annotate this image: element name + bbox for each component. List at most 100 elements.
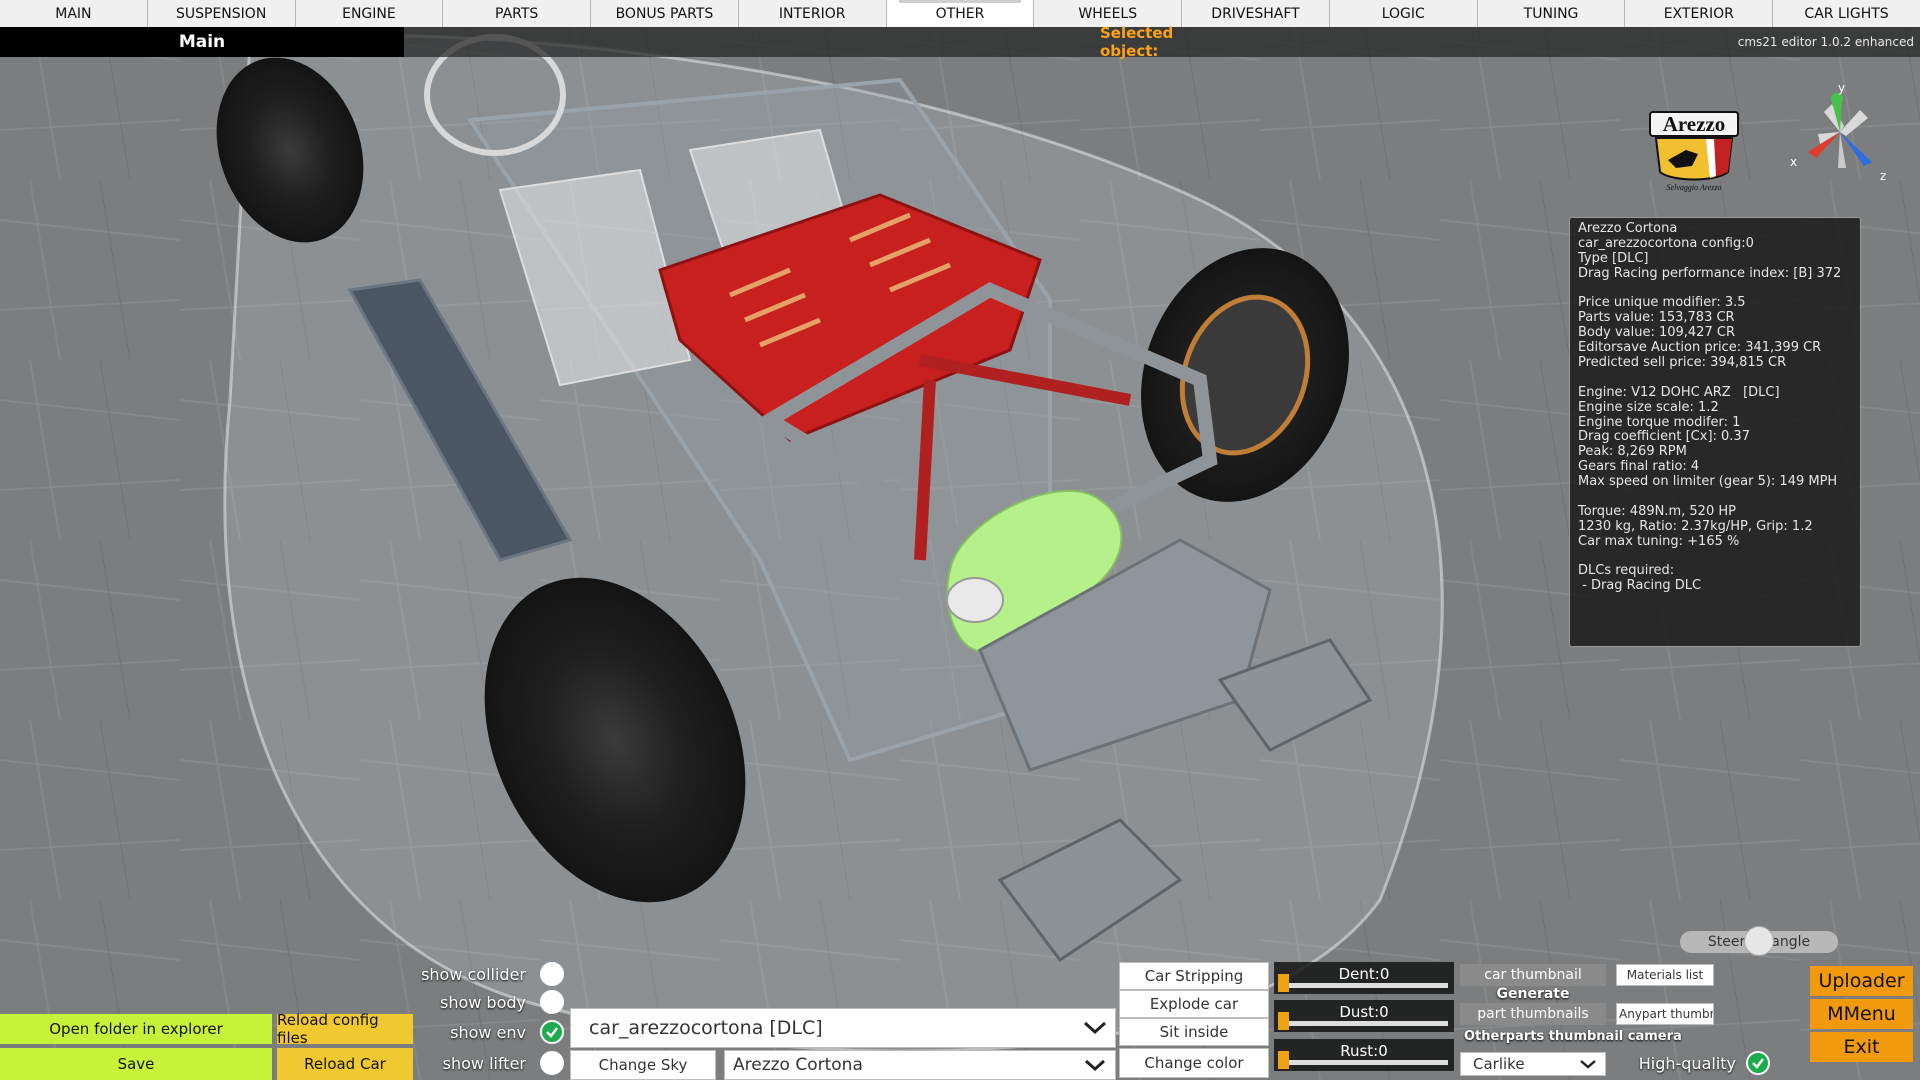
axis-gizmo-icon[interactable]: y x z xyxy=(1780,82,1900,192)
info-line xyxy=(1578,490,1852,505)
tab-suspension[interactable]: SUSPENSION xyxy=(147,0,296,27)
camera-select-dropdown[interactable]: Carlike xyxy=(1460,1052,1606,1076)
info-line: DLCs required: xyxy=(1578,563,1675,579)
rust-slider-label: Rust:0 xyxy=(1340,1042,1388,1060)
info-line xyxy=(1578,282,1852,297)
info-line: Car max tuning: +165 % xyxy=(1578,533,1740,549)
camera-select-value: Carlike xyxy=(1473,1055,1525,1073)
car-info-panel: Arezzo Cortona car_arezzocortona config:0… xyxy=(1569,217,1861,647)
slider-handle[interactable] xyxy=(1278,974,1289,992)
model-select-value: Arezzo Cortona xyxy=(733,1055,863,1075)
checkmark-icon[interactable] xyxy=(540,1020,564,1044)
tab-other[interactable]: OTHER xyxy=(886,0,1035,27)
tab-logic[interactable]: LOGIC xyxy=(1329,0,1478,27)
checkmark-icon[interactable] xyxy=(1746,1051,1770,1075)
open-folder-button[interactable]: Open folder in explorer xyxy=(0,1014,272,1044)
tab-driveshaft[interactable]: DRIVESHAFT xyxy=(1182,0,1330,27)
chevron-down-icon xyxy=(1075,1059,1115,1071)
svg-text:x: x xyxy=(1790,155,1797,169)
tab-parts[interactable]: PARTS xyxy=(443,0,592,27)
slider-handle[interactable] xyxy=(1278,1051,1289,1069)
info-line: Editorsave Auction price: 341,399 CR xyxy=(1578,340,1822,356)
svg-text:z: z xyxy=(1880,169,1886,183)
info-line: Body value: 109,427 CR xyxy=(1578,325,1735,341)
tab-wheels[interactable]: WHEELS xyxy=(1034,0,1183,27)
generate-label: Generate xyxy=(1496,986,1570,1002)
slider-track[interactable] xyxy=(1288,1060,1448,1065)
rust-slider[interactable]: Rust:0 xyxy=(1274,1039,1454,1071)
slider-track[interactable] xyxy=(1288,983,1448,988)
version-label: cms21 editor 1.0.2 enhanced xyxy=(1737,35,1914,49)
info-line: Predicted sell price: 394,815 CR xyxy=(1578,355,1787,371)
dust-slider-label: Dust:0 xyxy=(1339,1003,1389,1021)
radio-indicator[interactable] xyxy=(540,1051,564,1075)
info-line: Gears final ratio: 4 xyxy=(1578,459,1700,475)
exit-button[interactable]: Exit xyxy=(1810,1032,1913,1062)
camera-label: Otherparts thumbnail camera xyxy=(1464,1029,1682,1044)
tab-main[interactable]: MAIN xyxy=(0,0,148,27)
info-line xyxy=(1578,371,1852,386)
sit-inside-button[interactable]: Sit inside xyxy=(1119,1018,1269,1046)
show-collider-toggle[interactable]: show collider xyxy=(380,961,564,987)
info-line: Drag coefficient [Cx]: 0.37 xyxy=(1578,429,1750,445)
info-line xyxy=(1578,550,1852,565)
selected-object-label: Selected object: xyxy=(1100,24,1174,60)
materials-list-button[interactable]: Materials list xyxy=(1616,964,1714,986)
main-section-label: Main xyxy=(0,27,404,57)
uploader-button[interactable]: Uploader xyxy=(1810,966,1913,996)
car-stripping-button[interactable]: Car Stripping xyxy=(1119,962,1269,990)
info-line: Drag Racing performance index: [B] 372 xyxy=(1578,265,1842,281)
info-line: Parts value: 153,783 CR xyxy=(1578,310,1735,326)
change-color-button[interactable]: Change color xyxy=(1119,1048,1269,1078)
info-line: 1230 kg, Ratio: 2.37kg/HP, Grip: 1.2 xyxy=(1578,518,1813,534)
top-tab-bar: MAIN SUSPENSION ENGINE PARTS BONUS PARTS… xyxy=(0,0,1920,27)
slider-track[interactable] xyxy=(1288,1021,1448,1026)
change-sky-button[interactable]: Change Sky xyxy=(570,1050,716,1080)
model-select-dropdown[interactable]: Arezzo Cortona xyxy=(724,1050,1116,1080)
part-thumbnails-button[interactable]: part thumbnails xyxy=(1460,1003,1606,1025)
slider-handle[interactable] xyxy=(1278,1012,1289,1030)
radio-indicator[interactable] xyxy=(540,990,564,1014)
logo-tagline: Selvaggio Arezzo xyxy=(1667,183,1722,192)
show-lifter-label: show lifter xyxy=(442,1053,526,1073)
show-env-label: show env xyxy=(450,1022,526,1042)
tab-exterior[interactable]: EXTERIOR xyxy=(1625,0,1774,27)
reload-car-button[interactable]: Reload Car xyxy=(277,1048,413,1080)
info-line: car_arezzocortona config:0 xyxy=(1578,235,1754,251)
save-button[interactable]: Save xyxy=(0,1048,272,1080)
info-line: Torque: 489N.m, 520 HP xyxy=(1578,503,1736,519)
radio-indicator[interactable] xyxy=(540,962,564,986)
show-collider-label: show collider xyxy=(421,964,526,984)
tab-bonus-parts[interactable]: BONUS PARTS xyxy=(591,0,739,27)
mmenu-button[interactable]: MMenu xyxy=(1810,999,1913,1029)
svg-text:y: y xyxy=(1838,82,1845,95)
car-thumbnail-button[interactable]: car thumbnail xyxy=(1460,964,1606,986)
brand-logo: Arezzo Selvaggio Arezzo xyxy=(1649,111,1739,192)
dent-slider[interactable]: Dent:0 xyxy=(1274,962,1454,994)
explode-car-button[interactable]: Explode car xyxy=(1119,990,1269,1018)
high-quality-toggle[interactable]: High-quality xyxy=(1630,1048,1770,1078)
info-line: Engine: V12 DOHC ARZ [DLC] xyxy=(1578,384,1780,400)
info-line: Price unique modifier: 3.5 xyxy=(1578,295,1746,311)
logo-brand-text: Arezzo xyxy=(1663,112,1726,136)
anypart-thumb-button[interactable]: Anypart thumbn xyxy=(1616,1003,1714,1025)
info-line: Engine size scale: 1.2 xyxy=(1578,399,1719,415)
car-select-dropdown[interactable]: car_arezzocortona [DLC] xyxy=(570,1008,1116,1048)
car-select-value: car_arezzocortona [DLC] xyxy=(589,1017,823,1039)
reload-config-button[interactable]: Reload config files xyxy=(277,1011,413,1047)
info-line: - Drag Racing DLC xyxy=(1578,578,1702,594)
show-body-label: show body xyxy=(439,992,526,1012)
tab-engine[interactable]: ENGINE xyxy=(295,0,444,27)
info-line: Max speed on limiter (gear 5): 149 MPH xyxy=(1578,474,1838,490)
steering-slider-handle[interactable] xyxy=(1744,926,1774,956)
info-line: Type [DLC] xyxy=(1578,250,1649,266)
tab-interior[interactable]: INTERIOR xyxy=(738,0,887,27)
info-line: Engine torque modifer: 1 xyxy=(1578,414,1741,430)
chevron-down-icon xyxy=(1075,1021,1115,1035)
tab-tuning[interactable]: TUNING xyxy=(1477,0,1626,27)
chevron-down-icon xyxy=(1571,1059,1605,1069)
high-quality-label: High-quality xyxy=(1638,1053,1736,1073)
tab-car-lights[interactable]: CAR LIGHTS xyxy=(1773,0,1920,27)
dust-slider[interactable]: Dust:0 xyxy=(1274,1000,1454,1032)
dent-slider-label: Dent:0 xyxy=(1338,965,1390,983)
